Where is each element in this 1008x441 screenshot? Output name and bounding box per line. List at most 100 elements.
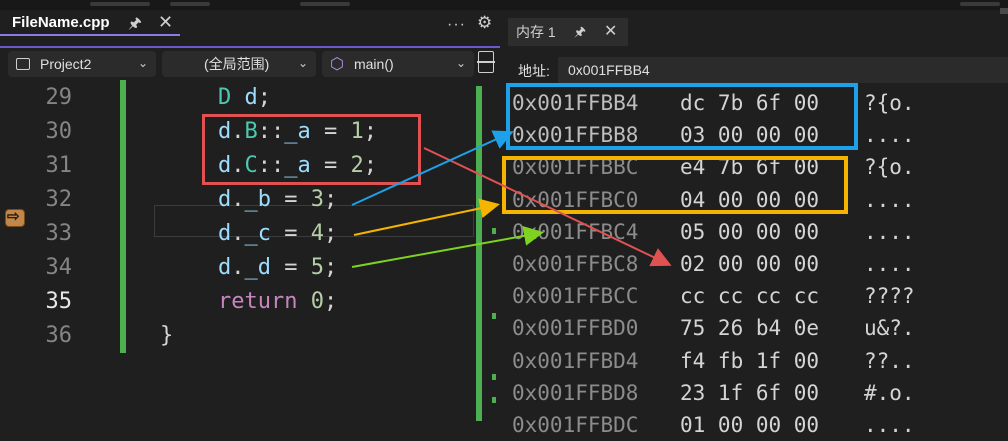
memory-ascii: ???? xyxy=(864,284,915,309)
pin-icon[interactable]: 🖈 xyxy=(128,13,142,38)
function-dropdown-value: main() xyxy=(353,56,394,72)
function-dropdown[interactable]: ⬡ main() ⌄ xyxy=(322,51,474,77)
code-token: return xyxy=(218,289,298,314)
code-token: d xyxy=(218,119,232,144)
tab-title: FileName.cpp xyxy=(12,13,110,31)
code-token: . xyxy=(231,221,245,246)
memory-address: 0x001FFBC8 xyxy=(512,252,639,276)
address-label: 地址: xyxy=(518,63,550,79)
code-token: } xyxy=(160,323,174,348)
memory-ascii: .... xyxy=(864,413,915,437)
code-token: 1 xyxy=(350,119,364,144)
code-token: D xyxy=(218,85,245,110)
code-line[interactable]: return 0; xyxy=(218,285,337,319)
memory-bytes[interactable]: 03 00 00 00 xyxy=(680,119,819,151)
line-number: 29 xyxy=(45,85,73,110)
close-icon[interactable]: ✕ xyxy=(158,12,173,33)
overview-ruler-mark xyxy=(492,313,496,319)
code-line[interactable]: d._c = 4; xyxy=(218,217,337,251)
memory-address: 0x001FFBD4 xyxy=(512,348,639,373)
tab-memory-1[interactable]: 内存 1 🖈 ✕ xyxy=(508,18,628,46)
memory-bytes[interactable]: 23 1f 6f 00 xyxy=(680,377,819,409)
overview-ruler-mark xyxy=(492,397,496,403)
line-number: 33 xyxy=(45,221,73,246)
code-token: = xyxy=(310,119,351,144)
code-line[interactable]: d._b = 3; xyxy=(218,183,337,217)
memory-bytes[interactable]: 01 00 00 00 xyxy=(680,409,819,441)
code-token: 3 xyxy=(310,187,324,212)
line-number: 34 xyxy=(45,255,73,280)
code-token: = xyxy=(271,187,311,212)
code-line[interactable]: d.B::_a = 1; xyxy=(218,115,377,149)
memory-ascii: ?{o. xyxy=(864,155,915,180)
code-token: 5 xyxy=(310,255,324,280)
memory-address: 0x001FFBB8 xyxy=(512,123,639,148)
code-line[interactable]: d._d = 5; xyxy=(218,251,337,285)
tab-filename-cpp[interactable]: FileName.cpp 🖈 ✕ xyxy=(0,10,180,36)
memory-ascii: .... xyxy=(864,219,915,244)
project-dropdown[interactable]: Project2 ⌄ xyxy=(8,51,156,77)
memory-address: 0x001FFBDC xyxy=(512,413,639,437)
chevron-down-icon: ⌄ xyxy=(455,56,466,70)
memory-bytes[interactable]: f4 fb 1f 00 xyxy=(680,345,819,377)
code-token: d xyxy=(218,187,232,212)
line-number: 32 xyxy=(45,187,73,212)
code-token: 0 xyxy=(310,289,324,314)
code-token: . xyxy=(231,255,245,280)
split-editor-icon[interactable] xyxy=(477,51,495,73)
code-line[interactable]: d.C::_a = 2; xyxy=(218,149,377,183)
memory-bytes[interactable]: dc 7b 6f 00 xyxy=(680,87,819,119)
code-token: d xyxy=(218,255,232,280)
line-number: 31 xyxy=(45,153,73,178)
code-token: d xyxy=(218,221,232,246)
scope-dropdown-value: (全局范围) xyxy=(204,56,270,72)
memory-address: 0x001FFBC0 xyxy=(512,187,639,212)
code-token: d xyxy=(244,85,258,110)
code-token: _a xyxy=(284,153,311,178)
memory-bytes[interactable]: 75 26 b4 0e xyxy=(680,312,819,344)
code-token: 4 xyxy=(310,221,324,246)
code-line[interactable]: } xyxy=(160,319,173,353)
memory-address: 0x001FFBB4 xyxy=(512,91,639,115)
title-strip-marker xyxy=(300,2,350,6)
code-token: ; xyxy=(324,221,338,246)
code-token: :: xyxy=(257,119,285,144)
memory-bytes[interactable]: 05 00 00 00 xyxy=(680,216,819,248)
project-dropdown-value: Project2 xyxy=(40,56,92,72)
code-token: = xyxy=(271,221,311,246)
memory-ascii: .... xyxy=(864,252,915,276)
memory-bytes[interactable]: cc cc cc cc xyxy=(680,280,819,312)
overview-ruler-changes xyxy=(476,86,482,421)
code-line[interactable]: D d; xyxy=(218,81,271,115)
memory-bytes[interactable]: 04 00 00 00 xyxy=(680,184,819,216)
memory-ascii: ??.. xyxy=(864,348,915,373)
close-icon[interactable]: ✕ xyxy=(604,21,617,41)
memory-address: 0x001FFBD8 xyxy=(512,380,639,405)
overview-ruler-mark xyxy=(492,374,496,380)
code-token: = xyxy=(310,153,351,178)
address-input[interactable]: 0x001FFBB4 xyxy=(558,57,1008,83)
glyph-margin[interactable] xyxy=(0,80,26,421)
code-token: ; xyxy=(363,119,377,144)
memory-ascii: ?{o. xyxy=(864,91,915,115)
memory-bytes[interactable]: 02 00 00 00 xyxy=(680,248,819,280)
code-token: B xyxy=(244,119,258,144)
memory-tab-title: 内存 1 xyxy=(516,24,556,40)
title-strip-marker xyxy=(960,2,1000,6)
memory-ascii: .... xyxy=(864,123,915,148)
chevron-down-icon: ⌄ xyxy=(137,56,148,70)
more-icon[interactable]: ··· xyxy=(447,16,466,34)
pin-icon[interactable]: 🖈 xyxy=(574,23,586,45)
memory-address: 0x001FFBCC xyxy=(512,284,639,309)
chevron-down-icon: ⌄ xyxy=(297,56,308,70)
gear-icon[interactable]: ⚙ xyxy=(477,13,492,33)
scope-dropdown[interactable]: (全局范围) ⌄ xyxy=(162,51,316,77)
code-token: _d xyxy=(244,255,272,280)
project-icon xyxy=(16,58,30,70)
scrollbar-thumb[interactable] xyxy=(1000,8,1008,14)
code-token: ; xyxy=(324,187,338,212)
memory-bytes[interactable]: e4 7b 6f 00 xyxy=(680,151,819,183)
line-number: 30 xyxy=(45,119,73,144)
memory-ascii: u&?. xyxy=(864,316,915,341)
